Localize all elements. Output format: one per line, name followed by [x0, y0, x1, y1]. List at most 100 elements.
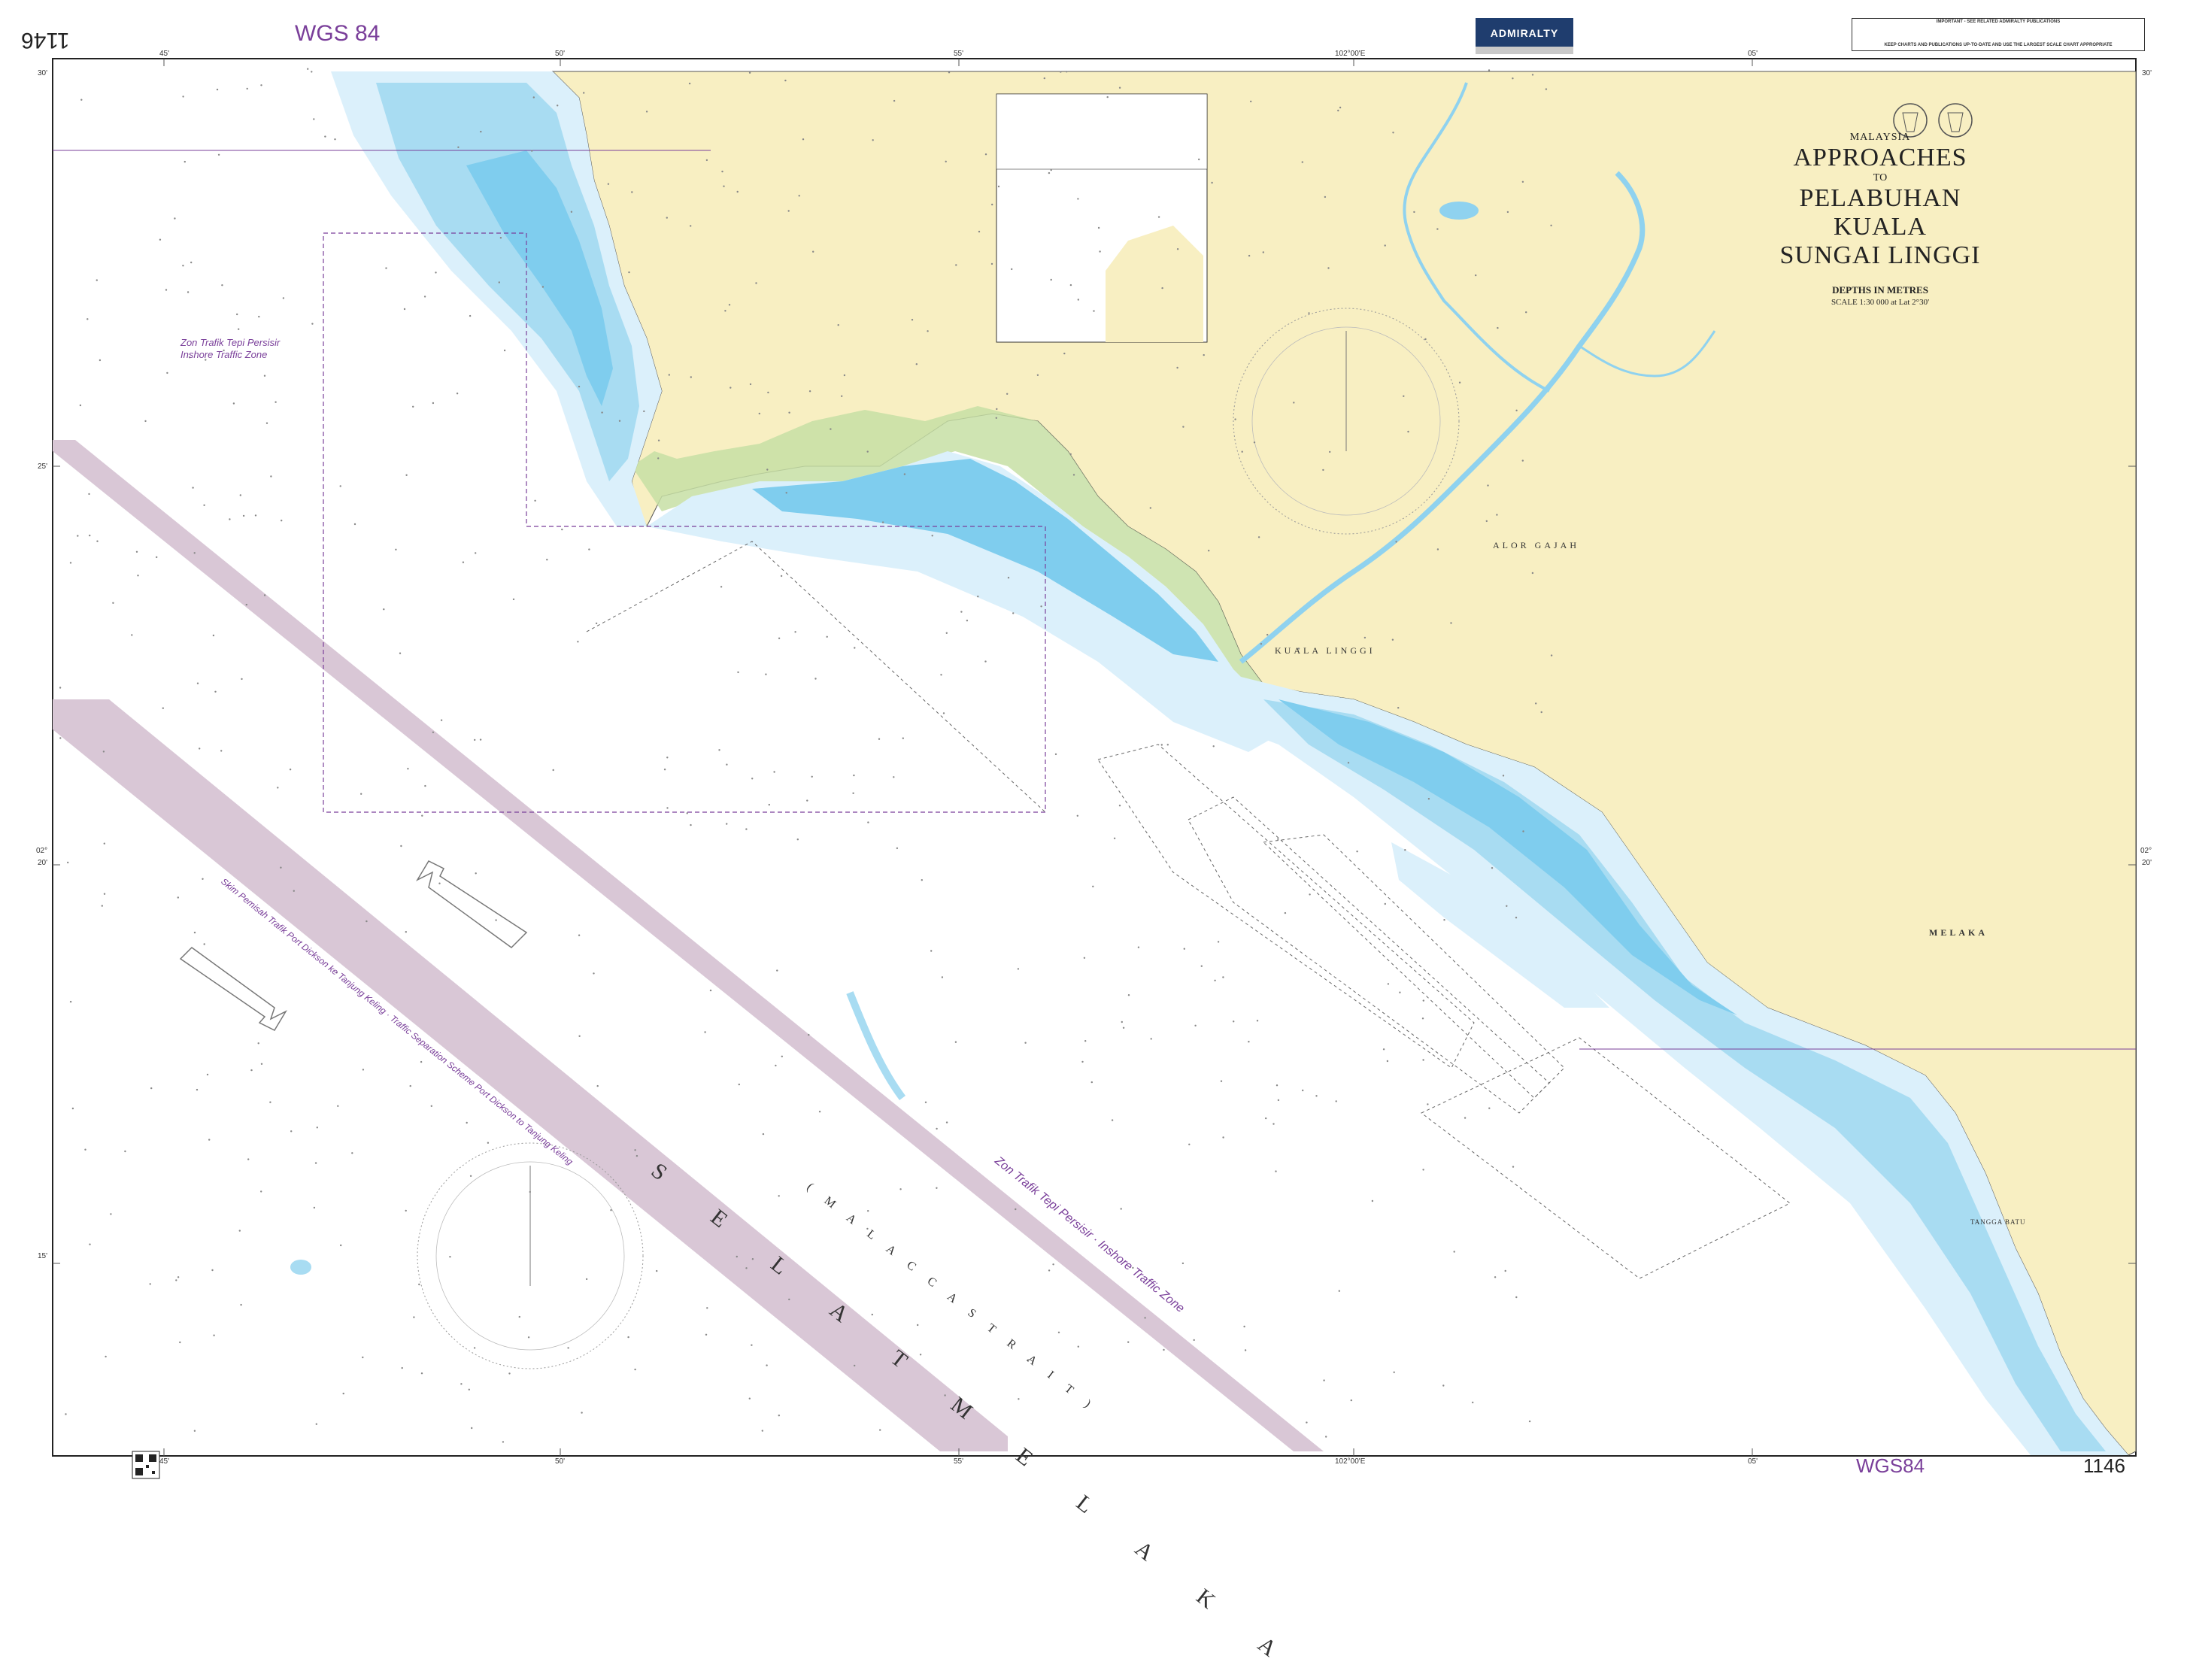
- scale-text: SCALE 1:30 000 at Lat 2°30': [1831, 298, 1930, 307]
- sounding-mark: [1382, 1048, 1385, 1051]
- sounding-mark: [776, 969, 778, 972]
- sounding-mark: [1436, 548, 1439, 550]
- sounding-mark: [250, 1069, 253, 1072]
- sounding-mark: [1234, 418, 1236, 420]
- sounding-mark: [773, 771, 775, 773]
- sounding-mark: [1188, 1143, 1191, 1146]
- sounding-mark: [1222, 976, 1224, 978]
- sounding-mark: [955, 264, 957, 266]
- sounding-mark: [996, 408, 998, 411]
- sounding-mark: [607, 183, 610, 185]
- sounding-mark: [899, 1188, 902, 1190]
- sounding-mark: [203, 504, 205, 506]
- sounding-mark: [1395, 541, 1397, 543]
- sounding-mark: [778, 1415, 781, 1417]
- sounding-mark: [96, 540, 99, 542]
- sounding-mark: [124, 1150, 126, 1153]
- sounding-mark: [1017, 968, 1020, 970]
- sounding-mark: [1057, 1331, 1060, 1334]
- sounding-mark: [59, 737, 62, 739]
- sounding-mark: [314, 1162, 317, 1164]
- sounding-mark: [984, 660, 987, 663]
- sounding-mark: [945, 632, 948, 634]
- sounding-mark: [229, 518, 231, 520]
- sounding-mark: [405, 474, 408, 476]
- sounding-mark: [812, 250, 814, 253]
- sounding-mark: [784, 79, 787, 82]
- lake: [1439, 202, 1479, 220]
- sounding-mark: [666, 217, 668, 219]
- sounding-mark: [162, 707, 164, 709]
- sounding-mark: [806, 799, 808, 802]
- sounding-mark: [588, 548, 590, 550]
- sounding-mark: [785, 492, 787, 494]
- sounding-mark: [254, 514, 257, 517]
- sounding-mark: [65, 1413, 67, 1415]
- sounding-mark: [1176, 248, 1179, 250]
- sounding-mark: [263, 594, 266, 596]
- sounding-mark: [878, 738, 881, 740]
- sounding-mark: [931, 535, 933, 537]
- sounding-mark: [1054, 753, 1057, 756]
- sounding-mark: [1491, 867, 1494, 869]
- sounding-mark: [668, 374, 670, 376]
- sounding-mark: [79, 404, 82, 407]
- sounding-mark: [1077, 1345, 1080, 1348]
- sounding-mark: [466, 1121, 468, 1124]
- sounding-mark: [216, 88, 219, 91]
- sounding-mark: [915, 363, 918, 365]
- sounding-mark: [311, 323, 314, 325]
- sounding-mark: [407, 768, 409, 770]
- sounding-mark: [1253, 441, 1256, 444]
- sounding-mark: [618, 420, 621, 422]
- sounding-mark: [1118, 86, 1121, 89]
- sounding-mark: [88, 493, 90, 496]
- sounding-mark: [324, 135, 326, 138]
- sounding-mark: [942, 712, 945, 714]
- inset-table: [996, 93, 1208, 170]
- sounding-mark: [751, 778, 754, 780]
- lat-label: 02°: [36, 847, 48, 855]
- sounding-mark: [137, 575, 139, 577]
- sounding-mark: [1266, 633, 1269, 636]
- sounding-mark: [401, 1366, 403, 1369]
- sounding-mark: [596, 1084, 599, 1087]
- sounding-mark: [940, 674, 942, 676]
- sounding-mark: [89, 1243, 91, 1245]
- sounding-mark: [706, 1307, 708, 1309]
- sounding-mark: [808, 390, 811, 393]
- notice-title: IMPORTANT - SEE RELATED ADMIRALTY PUBLIC…: [1936, 20, 2061, 24]
- sounding-mark: [174, 217, 176, 220]
- sounding-mark: [1450, 622, 1452, 624]
- sounding-mark: [595, 622, 598, 625]
- sounding-mark: [748, 71, 751, 74]
- sounding-mark: [778, 1195, 780, 1197]
- sounding-mark: [238, 1230, 241, 1232]
- sounding-mark: [1338, 1290, 1341, 1292]
- sounding-mark: [313, 118, 315, 120]
- sounding-mark: [337, 1105, 339, 1108]
- sounding-mark: [1256, 1020, 1259, 1022]
- inshore-zone-label-malay: Zon Trafik Tepi Persisir: [180, 337, 281, 348]
- sounding-mark: [628, 271, 630, 274]
- sounding-mark: [457, 146, 460, 148]
- admiralty-logo: ADMIRALTY: [1476, 18, 1573, 48]
- sounding-mark: [206, 1073, 209, 1076]
- sounding-mark: [1339, 106, 1342, 109]
- sounding-mark: [802, 138, 805, 141]
- sounding-mark: [761, 1430, 763, 1432]
- sounding-mark: [187, 291, 190, 293]
- sounding-mark: [610, 1209, 612, 1211]
- sounding-mark: [1275, 1084, 1279, 1087]
- sounding-mark: [1072, 474, 1075, 476]
- sounding-mark: [990, 262, 993, 265]
- sounding-mark: [1550, 224, 1552, 226]
- sounding-mark: [1275, 1170, 1277, 1172]
- datum-label-bottom: WGS84: [1856, 1454, 1925, 1477]
- sounding-mark: [1399, 991, 1401, 993]
- sounding-mark: [736, 1255, 738, 1258]
- sounding-mark: [911, 319, 914, 321]
- sounding-mark: [1284, 911, 1287, 914]
- sounding-mark: [1403, 395, 1405, 397]
- lon-label: 102°00'E: [1335, 50, 1366, 58]
